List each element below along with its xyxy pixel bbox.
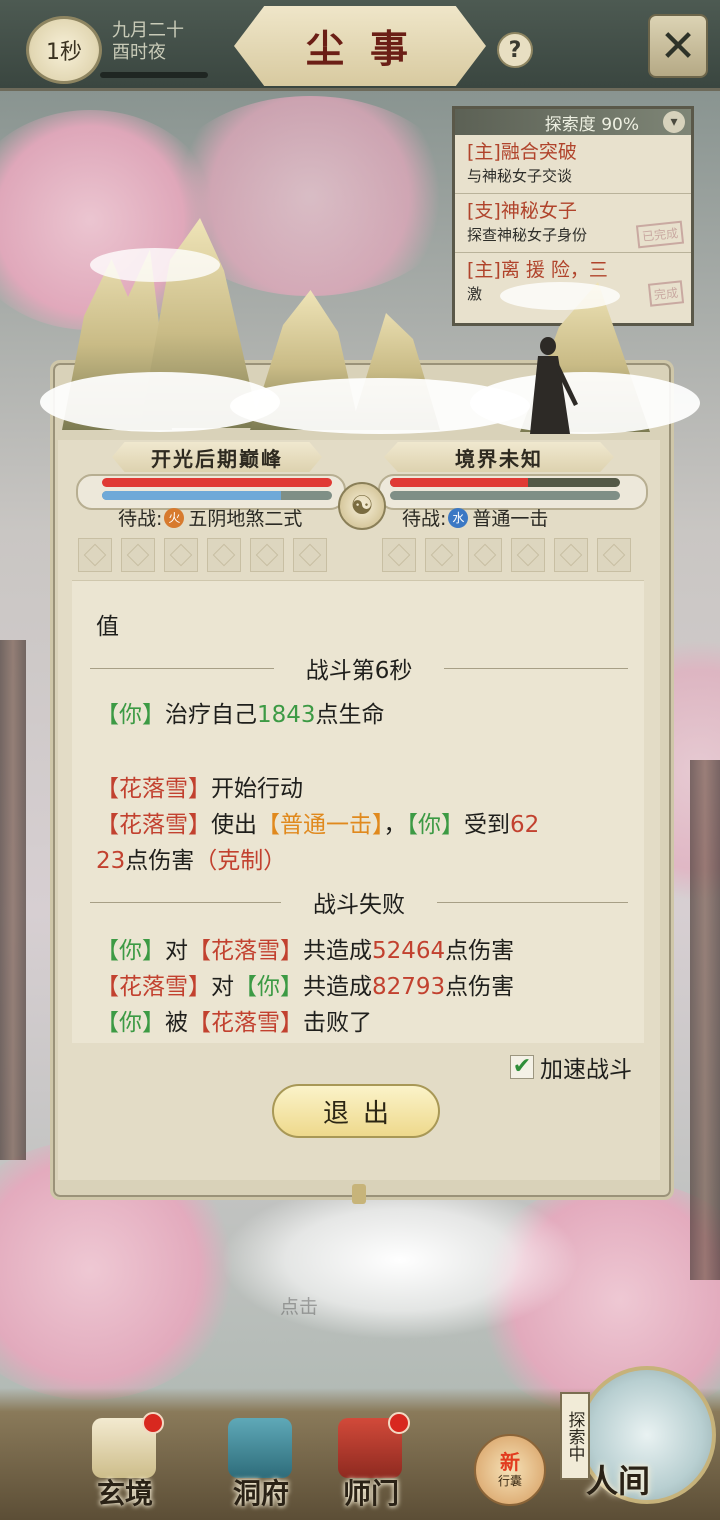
quest-item[interactable]: [支]神秘女子 探查神秘女子身份 已完成 (455, 194, 691, 253)
log-line: 【你】对【花落雪】共造成52464点伤害 (96, 938, 515, 964)
player-hp-bar (102, 478, 332, 487)
pending-skill-name: 普通一击 (472, 508, 549, 530)
enemy-skill-slots (382, 538, 631, 572)
nav-label: 洞府 (232, 1477, 289, 1510)
log-section-header: 战斗失败 (90, 887, 628, 918)
close-icon: ✕ (659, 20, 697, 72)
quest-desc: 与神秘女子交谈 (467, 167, 573, 185)
quest-title: [主]融合突破 (467, 141, 577, 163)
water-element-icon: 水 (448, 507, 469, 528)
background-hint-text: 点击 (280, 1296, 319, 1318)
bag-label: 行囊 (497, 1473, 522, 1488)
speed-battle-toggle[interactable]: ✔ 加速战斗 (510, 1050, 632, 1084)
battle-log[interactable]: 值 战斗第6秒 【你】治疗自己1843点生命 【花落雪】开始行动 【花落雪】使出… (72, 580, 644, 1043)
log-line: 【花落雪】使出【普通一击】，【你】受到62 (96, 812, 540, 838)
player-hp-fill (102, 478, 332, 487)
log-line: 【你】被【花落雪】击败了 (96, 1010, 372, 1036)
skill-slot (554, 538, 588, 572)
player-realm: 开光后期巅峰 (112, 442, 322, 472)
player-pending-skill: 待战: 火 五阴地煞二式 (118, 504, 302, 531)
log-line: 【花落雪】对【你】共造成82793点伤害 (96, 974, 515, 1000)
skill-slot (425, 538, 459, 572)
enemy-hp-fill (390, 478, 528, 487)
enemy-hp-bar (390, 478, 620, 487)
exploration-degree: 探索度 90% (544, 114, 639, 135)
page-title: 尘事 (305, 26, 434, 71)
exit-button[interactable]: 退出 (272, 1084, 440, 1138)
enemy-mp-fill (390, 491, 620, 500)
skill-slot[interactable] (250, 538, 284, 572)
speed-battle-label: 加速战斗 (540, 1057, 632, 1083)
pending-label: 待战: (402, 508, 447, 530)
nav-item-shimen[interactable]: 师门 (316, 1410, 426, 1518)
chevron-down-icon[interactable]: ▾ (663, 111, 685, 133)
log-line: 【你】治疗自己1843点生命 (96, 702, 385, 728)
skill-slot (382, 538, 416, 572)
pending-label: 待战: (118, 508, 163, 530)
enemy-mp-bar (390, 491, 620, 500)
nav-label: 师门 (342, 1477, 399, 1510)
log-line: 【花落雪】开始行动 (96, 776, 303, 802)
nav-item-dongfu[interactable]: 洞府 (206, 1410, 316, 1518)
skill-slot (597, 538, 631, 572)
nav-item-xuanjing[interactable]: 玄境 (70, 1410, 180, 1518)
skill-slot[interactable] (164, 538, 198, 572)
player-bars (102, 478, 332, 506)
enemy-bars (390, 478, 620, 506)
world-label: 人间 (586, 1462, 651, 1500)
pavilion-icon (228, 1418, 292, 1478)
date-line-1: 九月二十 (112, 20, 184, 41)
skill-slot[interactable] (293, 538, 327, 572)
enemy-pending-skill: 待战: 水 普通一击 (402, 504, 548, 531)
skill-slot[interactable] (207, 538, 241, 572)
help-button[interactable]: ? (497, 32, 533, 68)
completed-stamp: 已完成 (635, 220, 685, 249)
skill-slot[interactable] (121, 538, 155, 572)
bag-button[interactable]: 新 行囊 (474, 1434, 546, 1506)
player-mp-fill (102, 491, 282, 500)
notification-dot (388, 1412, 410, 1434)
pending-skill-name: 五阴地煞二式 (188, 508, 303, 530)
quest-title: [主]离 援 险，三 (467, 259, 608, 281)
skill-slot (511, 538, 545, 572)
notification-dot (142, 1412, 164, 1434)
log-line: 值 (96, 614, 119, 640)
log-line: 23点伤害（克制） (96, 848, 287, 874)
date-line-2: 酉时夜 (112, 42, 166, 63)
quest-title: [支]神秘女子 (467, 200, 577, 222)
player-mp-bar (102, 491, 332, 500)
panel-pin (352, 1184, 366, 1204)
enemy-realm: 境界未知 (384, 442, 614, 472)
checkbox-checked-icon[interactable]: ✔ (510, 1055, 534, 1079)
skill-slot (468, 538, 502, 572)
exploration-header: 探索度 90% ▾ (455, 109, 691, 135)
log-section-header: 战斗第6秒 (90, 653, 629, 684)
timer-badge: 1秒 (26, 16, 102, 84)
taiji-icon: ☯ (338, 482, 386, 530)
nav-label: 玄境 (96, 1477, 153, 1510)
completed-stamp: 完成 (647, 280, 685, 307)
enemy-silhouette (530, 337, 578, 434)
date-display: 九月二十 酉时夜 (112, 20, 184, 64)
new-badge: 新 (500, 1449, 520, 1474)
player-skill-slots (78, 538, 327, 572)
time-progress-bar (100, 72, 208, 78)
quest-item[interactable]: [主]融合突破 与神秘女子交谈 (455, 135, 691, 194)
skill-slot[interactable] (78, 538, 112, 572)
close-button[interactable]: ✕ (648, 14, 708, 78)
fire-element-icon: 火 (164, 507, 185, 528)
